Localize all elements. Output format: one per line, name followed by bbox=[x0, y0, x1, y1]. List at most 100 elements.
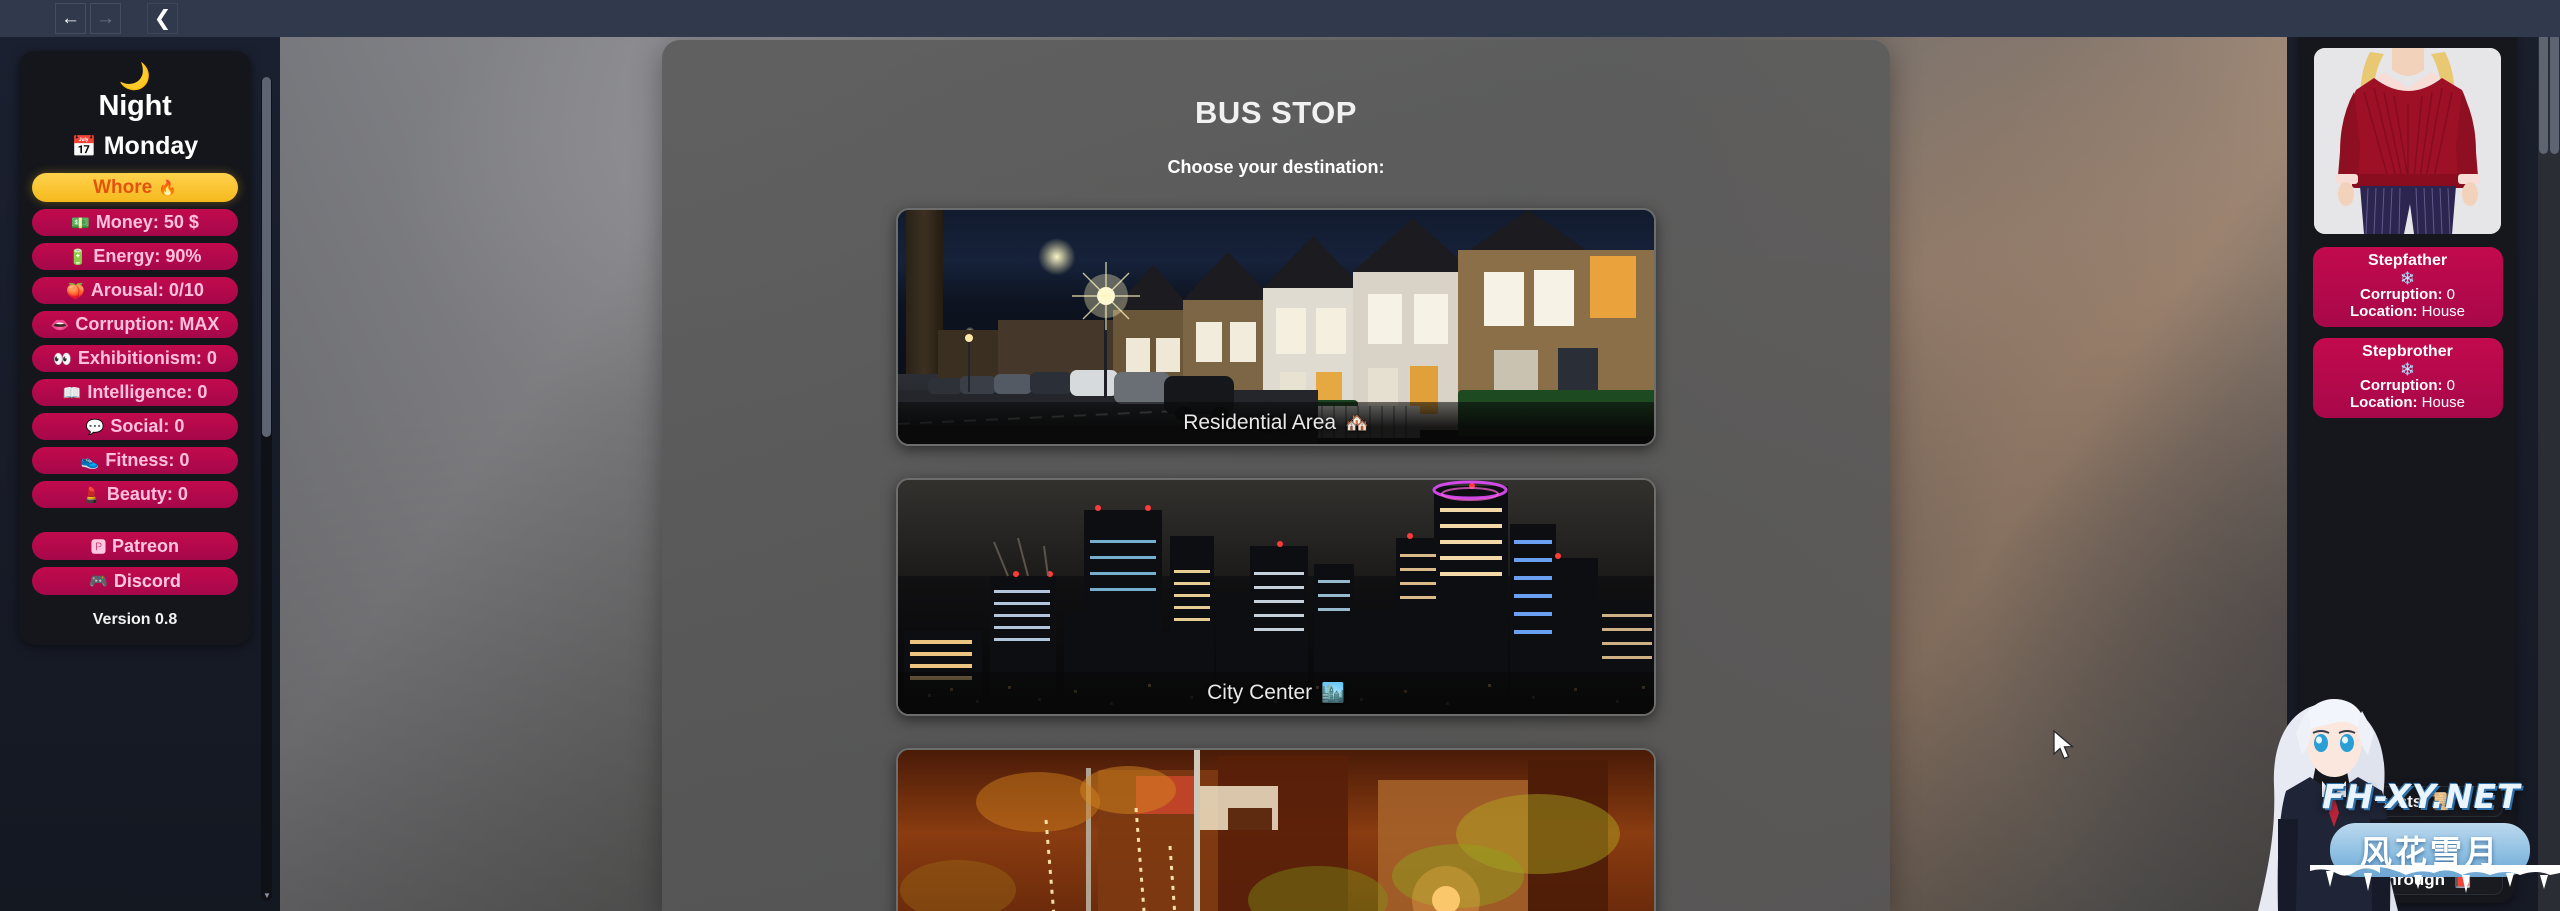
left-sidebar-scrollbar[interactable]: ▲ ▼ bbox=[261, 77, 272, 901]
stat-label: Arousal: 0/10 bbox=[90, 280, 204, 300]
day-of-week: 📅 Monday bbox=[72, 132, 198, 161]
patreon-label: Patreon bbox=[111, 535, 180, 556]
stat-fitness: 👟 Fitness: 0 bbox=[32, 447, 238, 474]
walkthrough-label: Walkthrough bbox=[2341, 869, 2446, 889]
destination-card-third[interactable] bbox=[896, 748, 1656, 911]
right-panel: Your Outfit bbox=[2300, 14, 2515, 903]
person-location: Location: House bbox=[2313, 303, 2503, 320]
houses-icon: 🏘️ bbox=[1345, 413, 1369, 434]
lipstick-icon: 💄 bbox=[82, 486, 101, 504]
closed-book-icon: 📕 bbox=[2452, 869, 2474, 889]
corruption-value: 0 bbox=[2446, 286, 2455, 303]
destination-card-residential[interactable]: Residential Area 🏘️ bbox=[896, 208, 1656, 446]
discord-icon: 🎮 bbox=[89, 573, 108, 590]
patreon-icon: 🅿 bbox=[90, 538, 106, 556]
stat-arousal: 🍑 Arousal: 0/10 bbox=[32, 277, 238, 304]
arrow-left-icon[interactable]: ← bbox=[55, 3, 86, 34]
cheats-button[interactable]: Cheats 👾 bbox=[2312, 825, 2503, 856]
speech-bubble-icon: 💬 bbox=[85, 418, 105, 436]
mouse-cursor bbox=[2053, 730, 2075, 760]
alien-monster-icon: 👾 bbox=[2428, 830, 2450, 850]
top-navigation-bar: ← → ❮ bbox=[0, 0, 2560, 37]
location-label: Location: bbox=[2349, 303, 2418, 320]
cheats-label: Cheats bbox=[2365, 830, 2422, 850]
sneaker-icon: 👟 bbox=[80, 452, 100, 470]
bus-stop-panel: BUS STOP Choose your destination: Reside… bbox=[662, 40, 1890, 911]
book-icon: 📖 bbox=[62, 384, 82, 402]
stat-label: Money: 50 $ bbox=[95, 212, 199, 232]
scrollbar-thumb[interactable] bbox=[262, 77, 271, 437]
destination-name: City Center bbox=[1207, 681, 1313, 704]
stat-exhibitionism: 👀 Exhibitionism: 0 bbox=[32, 345, 238, 372]
time-of-day-label: Night bbox=[98, 90, 172, 122]
destination-list: Residential Area 🏘️ City Center 🏙️ bbox=[662, 208, 1890, 911]
tropical-art bbox=[898, 750, 1654, 911]
stat-energy: 🔋 Energy: 90% bbox=[32, 243, 238, 270]
left-sidebar: 🌙 Night 📅 Monday Whore 🔥 💵 Money: 50 $ 🔋… bbox=[0, 37, 280, 911]
cityscape-icon: 🏙️ bbox=[1321, 683, 1345, 704]
stat-label: Intelligence: 0 bbox=[87, 382, 208, 402]
walkthrough-button[interactable]: Walkthrough 📕 bbox=[2312, 864, 2503, 895]
status-badge[interactable]: Whore 🔥 bbox=[32, 173, 238, 202]
stat-label: Beauty: 0 bbox=[106, 484, 188, 504]
stat-label: Fitness: 0 bbox=[105, 450, 190, 470]
stat-money: 💵 Money: 50 $ bbox=[32, 209, 238, 236]
collapse-glyph: ❮ bbox=[153, 7, 172, 30]
destination-card-city-center[interactable]: City Center 🏙️ bbox=[896, 478, 1656, 716]
location-value: House bbox=[2421, 303, 2466, 320]
back-glyph: ← bbox=[61, 8, 80, 29]
right-sidebar: ⊠ Your Outfit bbox=[2287, 0, 2560, 911]
location-value: House bbox=[2421, 394, 2466, 411]
person-name: Stepbrother bbox=[2362, 343, 2453, 360]
page-title: BUS STOP bbox=[1195, 95, 1357, 130]
discord-label: Discord bbox=[113, 570, 181, 591]
stat-label: Energy: 90% bbox=[93, 246, 202, 266]
stat-label: Social: 0 bbox=[110, 416, 185, 436]
forward-glyph: → bbox=[96, 8, 115, 29]
person-location: Location: House bbox=[2313, 394, 2503, 411]
chevron-left-icon[interactable]: ❮ bbox=[147, 3, 178, 34]
quests-label: Quests bbox=[2364, 791, 2423, 811]
version-label: Version 0.8 bbox=[92, 611, 178, 628]
patreon-button[interactable]: 🅿 Patreon bbox=[32, 532, 238, 560]
scroll-down-icon[interactable]: ▼ bbox=[263, 891, 271, 900]
scrollbar-thumb[interactable] bbox=[2550, 26, 2559, 154]
person-name: Stepfather bbox=[2367, 252, 2448, 269]
discord-button[interactable]: 🎮 Discord bbox=[32, 567, 238, 595]
tropical-photo bbox=[898, 750, 1654, 911]
money-icon: 💵 bbox=[71, 214, 90, 232]
battery-icon: 🔋 bbox=[68, 248, 88, 266]
game-window: ← → ❮ 🌙 Night 📅 Monday Whore 🔥 💵 Money: … bbox=[0, 0, 2560, 911]
stat-social: 💬 Social: 0 bbox=[32, 413, 238, 440]
scrollbar-thumb[interactable] bbox=[2539, 26, 2548, 154]
page-subtitle: Choose your destination: bbox=[1167, 157, 1385, 177]
corruption-label: Corruption: bbox=[2360, 286, 2443, 303]
corruption-value: 0 bbox=[2446, 377, 2455, 394]
lips-icon: 👄 bbox=[50, 316, 70, 334]
eyes-icon: 👀 bbox=[53, 350, 72, 368]
stat-beauty: 💄 Beauty: 0 bbox=[32, 481, 238, 508]
peach-icon: 🍑 bbox=[66, 282, 85, 300]
person-card-stepbrother[interactable]: Stepbrother ❄️ Corruption: 0 Location: H… bbox=[2312, 338, 2503, 418]
location-label: Location: bbox=[2349, 394, 2418, 411]
person-card-stepfather[interactable]: Stepfather ❄️ Corruption: 0 Location: Ho… bbox=[2312, 247, 2503, 327]
destination-label: Residential Area 🏘️ bbox=[898, 402, 1654, 444]
day-label: Monday bbox=[103, 132, 199, 160]
arrow-right-icon[interactable]: → bbox=[90, 3, 121, 34]
destination-label: City Center 🏙️ bbox=[898, 672, 1654, 714]
outfit-art bbox=[2314, 48, 2501, 234]
right-scrollbar-outer[interactable]: ▲ bbox=[2538, 0, 2549, 911]
player-status-panel: 🌙 Night 📅 Monday Whore 🔥 💵 Money: 50 $ 🔋… bbox=[19, 51, 251, 645]
stat-label: Corruption: MAX bbox=[75, 314, 220, 334]
outfit-image[interactable] bbox=[2314, 48, 2501, 234]
person-corruption: Corruption: 0 bbox=[2313, 286, 2503, 303]
quests-button[interactable]: Quests 📜 bbox=[2312, 786, 2503, 817]
stat-corruption: 👄 Corruption: MAX bbox=[32, 311, 238, 338]
right-scrollbar-inner[interactable]: ▲ bbox=[2549, 0, 2560, 911]
snowflake-icon: ❄️ bbox=[2400, 362, 2415, 376]
destination-name: Residential Area bbox=[1183, 411, 1337, 434]
moon-icon: 🌙 bbox=[118, 61, 152, 91]
calendar-icon: 📅 bbox=[71, 136, 97, 158]
stat-label: Exhibitionism: 0 bbox=[77, 348, 217, 368]
person-corruption: Corruption: 0 bbox=[2313, 377, 2503, 394]
